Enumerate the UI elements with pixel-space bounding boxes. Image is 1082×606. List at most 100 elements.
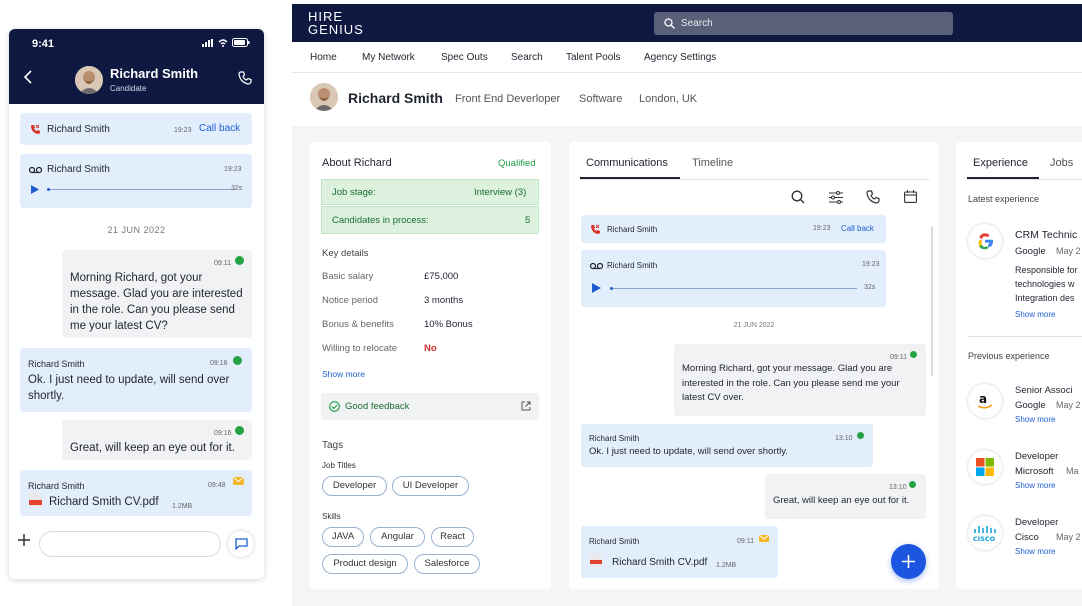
message-input[interactable] [39,531,221,557]
divider [967,336,1082,337]
experience-desc: Integration des [1015,293,1075,303]
play-icon[interactable] [592,283,601,293]
message-time: 09:11 [890,354,907,361]
calendar-icon[interactable] [904,190,917,203]
show-more-link[interactable]: Show more [1015,547,1055,556]
message-text: Morning Richard, got your message. Glad … [682,363,900,403]
audio-progress[interactable] [47,188,235,191]
voicemail-card: Richard Smith 19:23 32s [20,154,252,208]
add-attachment-button[interactable] [18,534,30,546]
detail-value: £75,000 [424,271,459,282]
message-outgoing: 13:10 Great, will keep an eye out for it… [765,474,926,519]
detail-value: No [424,343,437,354]
experience-item[interactable]: a Senior Associ Google May 2 Show more [968,382,1082,428]
tab-timeline[interactable]: Timeline [692,157,733,169]
candidate-location: London, UK [639,93,698,105]
search-input[interactable]: Search [654,12,953,35]
detail-label: Willing to relocate [322,343,397,354]
qualified-status: Qualified [498,158,536,169]
skills-heading: Skills [322,512,341,521]
message-sender: Richard Smith [28,359,85,369]
message-sender: Richard Smith [589,537,640,546]
call-back-link[interactable]: Call back [841,224,874,233]
back-button[interactable] [23,70,33,84]
skill-chip[interactable]: JAVA [322,527,364,547]
show-more-link[interactable]: Show more [1015,415,1055,424]
experience-item[interactable]: Developer Microsoft Ma Show more [968,448,1082,494]
latest-experience-heading: Latest experience [968,194,1040,204]
scrollbar[interactable] [931,226,933,376]
tab-experience[interactable]: Experience [973,157,1028,169]
experience-date: May 2 [1056,400,1081,410]
play-icon[interactable] [31,185,39,194]
new-communication-button[interactable] [891,544,926,579]
experience-item[interactable]: CRM Technic Google May 2 Responsible for… [968,224,1082,319]
attachment-filename[interactable]: Richard Smith CV.pdf [612,556,707,571]
logo-line2: GENIUS [308,22,364,37]
voicemail-time: 19:23 [862,261,880,268]
attachment-filename[interactable]: Richard Smith CV.pdf [49,494,159,510]
cisco-logo: CISCO [968,516,1002,550]
detail-label: Notice period [322,295,378,306]
voicemail-time: 19:23 [224,166,242,173]
filter-icon[interactable] [829,191,843,204]
message-incoming: Richard Smith 13:10 Ok. I just need to u… [581,424,873,467]
pdf-icon [590,553,602,567]
attachment-size: 1.2MB [172,503,193,510]
svg-text:CISCO: CISCO [973,535,996,542]
skill-chip[interactable]: React [431,527,474,547]
skill-chip[interactable]: Product design [322,554,408,574]
logo: HIRE GENIUS [308,10,364,36]
profile-header: Richard Smith Front End Deverloper Softw… [292,73,1082,126]
voicemail-icon [590,262,603,270]
message-outgoing: 09:11 Morning Richard, got your message.… [674,344,926,416]
feedback-text: Good feedback [345,401,410,412]
job-stage-label: Job stage: [332,187,376,198]
voicemail-duration: 32s [864,284,876,291]
message-templates-button[interactable] [228,531,254,557]
whatsapp-icon [857,432,864,439]
call-back-link[interactable]: Call back [199,123,240,134]
show-more-link[interactable]: Show more [1015,310,1055,319]
email-icon [759,535,769,542]
previous-experience-heading: Previous experience [968,351,1050,361]
nav-agency-settings[interactable]: Agency Settings [644,52,716,63]
nav-spec-outs[interactable]: Spec Outs [441,52,488,63]
key-details-heading: Key details [322,248,369,259]
tag-chip[interactable]: UI Developer [392,476,469,496]
detail-value: 3 months [424,295,464,306]
phone-icon [238,71,252,85]
tag-chip[interactable]: Developer [322,476,387,496]
experience-item[interactable]: CISCO Developer Cisco May 2 Show more [968,514,1082,560]
nav-my-network[interactable]: My Network [362,52,415,63]
whatsapp-icon [235,426,244,435]
show-more-link[interactable]: Show more [322,369,365,379]
nav-talent-pools[interactable]: Talent Pools [566,52,620,63]
status-time: 9:41 [32,38,55,50]
search-placeholder: Search [681,18,713,29]
caller-name: Richard Smith [47,124,110,135]
skill-chip[interactable]: Salesforce [414,554,480,574]
tab-communications[interactable]: Communications [586,157,668,169]
microsoft-logo [968,450,1002,484]
detail-value: 10% Bonus [424,319,473,330]
audio-progress[interactable] [610,287,857,290]
experience-date: May 2 [1056,246,1081,256]
search-icon[interactable] [791,190,805,204]
svg-text:a: a [979,392,987,406]
call-button[interactable] [238,71,252,85]
missed-call-icon [591,224,600,234]
mobile-app: 9:41 Richard Smith Candidate Richard Smi… [9,29,264,579]
nav-home[interactable]: Home [310,52,337,63]
nav-search[interactable]: Search [511,52,543,63]
whatsapp-icon [909,481,916,488]
plus-icon [18,534,30,546]
attachment-size: 1.2MB [716,562,737,569]
show-more-link[interactable]: Show more [1015,481,1055,490]
phone-icon[interactable] [866,190,880,204]
voicemail-caller: Richard Smith [607,261,658,270]
message-time: 09:11 [737,538,754,545]
skill-chip[interactable]: Angular [370,527,425,547]
tab-jobs[interactable]: Jobs [1050,157,1073,169]
feedback-row[interactable]: Good feedback [321,393,539,420]
